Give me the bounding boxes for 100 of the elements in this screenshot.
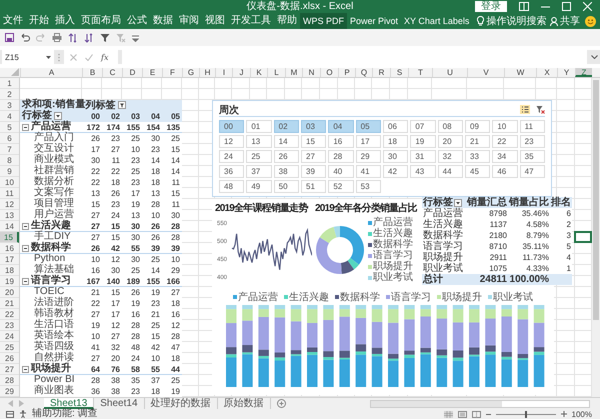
row-header[interactable]: 9 — [0, 166, 19, 177]
slicer-item[interactable]: 44 — [438, 165, 463, 178]
row-header[interactable]: 5 — [0, 122, 19, 133]
column-header[interactable]: O — [320, 68, 338, 77]
row-header[interactable]: 28 — [0, 375, 19, 386]
undo-icon[interactable] — [20, 33, 30, 42]
slicer-item[interactable]: 28 — [328, 150, 354, 163]
column-header[interactable]: J — [232, 68, 250, 77]
column-header[interactable]: I — [215, 68, 232, 77]
slicer-item[interactable]: 16 — [328, 135, 354, 148]
tell-me-search[interactable]: 操作说明搜索 — [486, 14, 546, 28]
share-button[interactable]: 共享 — [547, 14, 583, 28]
horizontal-scrollbar[interactable] — [370, 400, 590, 408]
slicer-item[interactable]: 25 — [246, 150, 272, 163]
customize-toolbar-icon[interactable] — [132, 34, 139, 42]
smiley-icon[interactable] — [585, 16, 596, 26]
ribbon-tab[interactable]: 帮助 — [274, 13, 300, 29]
ribbon-tab[interactable]: Power Pivot — [347, 13, 402, 29]
row-header[interactable]: 2 — [0, 89, 19, 100]
row-header[interactable]: 24 — [0, 331, 19, 342]
sort-descending-icon[interactable] — [84, 32, 94, 42]
row-header[interactable]: 17 — [0, 254, 19, 265]
slicer-item[interactable]: 45 — [465, 165, 490, 178]
row-header[interactable]: 11 — [0, 188, 19, 199]
row-header[interactable]: 3 — [0, 100, 19, 111]
row-header[interactable]: 10 — [0, 177, 19, 188]
expand-icon[interactable] — [591, 55, 598, 59]
slicer-item[interactable]: 30 — [383, 150, 408, 163]
slicer-item[interactable]: 14 — [274, 135, 299, 148]
slicer-item[interactable]: 32 — [438, 150, 463, 163]
slicer-item[interactable]: 03 — [301, 120, 326, 133]
slicer-item[interactable]: 21 — [465, 135, 490, 148]
slicer-item[interactable]: 13 — [246, 135, 272, 148]
slicer-item[interactable]: 08 — [438, 120, 463, 133]
slicer-item[interactable]: 31 — [410, 150, 436, 163]
slicer-item[interactable]: 09 — [465, 120, 490, 133]
slicer-item[interactable]: 00 — [219, 120, 244, 133]
multi-select-icon[interactable] — [520, 105, 530, 114]
slicer-item[interactable]: 50 — [274, 180, 299, 193]
slicer-item[interactable]: 01 — [246, 120, 272, 133]
column-header[interactable]: D — [122, 68, 142, 77]
row-header[interactable]: 4 — [0, 111, 19, 122]
row-header[interactable]: 22 — [0, 309, 19, 320]
row-header[interactable]: 19 — [0, 276, 19, 287]
ribbon-tab[interactable]: 开发工具 — [228, 13, 274, 29]
slicer-item[interactable]: 53 — [356, 180, 381, 193]
insert-function-button[interactable]: fx — [101, 52, 108, 62]
sort-ascending-icon[interactable] — [68, 32, 78, 42]
row-header[interactable]: 8 — [0, 155, 19, 166]
collapse-icon[interactable] — [22, 124, 29, 130]
print-icon[interactable] — [52, 33, 62, 42]
zoom-level[interactable]: 100% — [572, 410, 592, 418]
column-header[interactable]: H — [199, 68, 215, 77]
ribbon-tab[interactable]: WPS PDF — [300, 13, 348, 29]
collapse-icon[interactable] — [22, 366, 29, 372]
slicer-item[interactable]: 39 — [301, 165, 326, 178]
row-header[interactable]: 15 — [0, 232, 19, 243]
row-header[interactable]: 25 — [0, 342, 19, 353]
column-header[interactable]: X — [536, 68, 557, 77]
column-header[interactable]: F — [162, 68, 182, 77]
dropdown-icon[interactable] — [454, 198, 462, 206]
maximize-icon[interactable] — [562, 2, 571, 11]
row-header[interactable]: 27 — [0, 364, 19, 375]
slicer-item[interactable]: 42 — [383, 165, 408, 178]
column-header[interactable]: V — [467, 68, 504, 77]
column-header[interactable]: R — [372, 68, 390, 77]
dropdown-icon[interactable] — [54, 112, 62, 120]
column-header[interactable]: T — [408, 68, 432, 77]
slicer-item[interactable]: 48 — [219, 180, 244, 193]
column-header[interactable]: S — [390, 68, 408, 77]
slicer-item[interactable]: 23 — [520, 135, 545, 148]
page-break-view-icon[interactable] — [472, 410, 481, 418]
slicer-item[interactable]: 10 — [492, 120, 518, 133]
close-icon[interactable] — [583, 2, 592, 11]
slicer-item[interactable]: 22 — [492, 135, 518, 148]
ribbon-tab[interactable]: 审阅 — [176, 13, 202, 29]
column-header[interactable]: K — [250, 68, 267, 77]
column-header[interactable]: C — [102, 68, 122, 77]
page-layout-icon[interactable] — [458, 410, 467, 418]
ribbon-tab[interactable]: 数据 — [150, 13, 176, 29]
slicer-item[interactable]: 20 — [438, 135, 463, 148]
row-header[interactable]: 6 — [0, 133, 19, 144]
slicer-item[interactable]: 06 — [383, 120, 408, 133]
clear-filter-icon[interactable] — [536, 105, 545, 114]
slicer-item[interactable]: 18 — [383, 135, 408, 148]
slicer-item[interactable]: 24 — [219, 150, 244, 163]
ribbon-tab[interactable]: 开始 — [26, 13, 52, 29]
slicer-item[interactable]: 35 — [520, 150, 545, 163]
slicer-item[interactable]: 38 — [274, 165, 299, 178]
zoom-slider-thumb[interactable] — [524, 410, 527, 418]
row-header[interactable]: 1 — [0, 78, 19, 89]
slicer-item[interactable]: 34 — [492, 150, 518, 163]
ribbon-tab[interactable]: 文件 — [0, 13, 26, 29]
ribbon-tab[interactable]: 页面布局 — [78, 13, 124, 29]
slicer-item[interactable]: 19 — [410, 135, 436, 148]
row-header[interactable]: 18 — [0, 265, 19, 276]
ribbon-tab[interactable]: XY Chart Labels — [401, 13, 472, 29]
column-header[interactable]: U — [432, 68, 467, 77]
column-header[interactable]: W — [504, 68, 536, 77]
column-header[interactable]: A — [20, 68, 82, 77]
